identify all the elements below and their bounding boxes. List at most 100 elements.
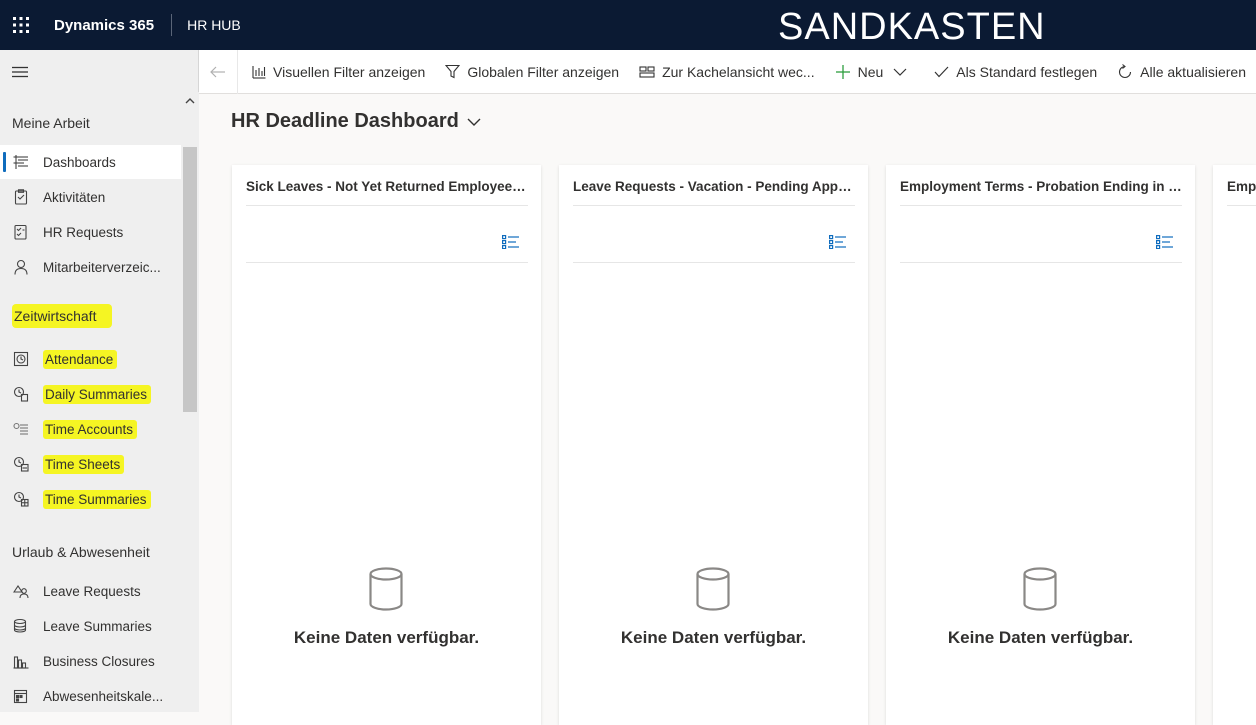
divider [246,205,528,206]
divider [573,205,855,206]
divider [573,262,855,263]
view-records-icon[interactable] [1156,235,1174,254]
command-bar: Visuellen Filter anzeigen Globalen Filte… [199,49,1256,94]
set-as-default-button[interactable]: Als Standard festlegen [924,50,1107,94]
dashboard-selector[interactable]: HR Deadline Dashboard [231,110,481,133]
time-list-icon [11,419,31,439]
dashboard-card: Leave Requests - Vacation - Pending Appr… [559,165,868,725]
person-icon [11,257,31,277]
command-label: Neu [857,63,884,80]
command-label: Visuellen Filter anzeigen [273,63,426,80]
dashboard-card: Empl [1213,165,1256,725]
divider [246,262,528,263]
sidebar-item-mitarbeiterverzeichnis[interactable]: Mitarbeiterverzeic... [0,250,181,284]
filter-icon [445,64,461,79]
tiles-icon [639,65,655,78]
sitemap-sidebar: Meine Arbeit Dashboards Aktivitäten HR R… [0,50,199,712]
new-button[interactable]: Neu [825,50,888,94]
sidebar-item-label: Mitarbeiterverzeic... [43,259,161,275]
sidebar-item-label: Attendance [43,349,118,369]
product-name[interactable]: Dynamics 365 [54,17,154,34]
clock-sheet-icon [11,454,31,474]
new-dropdown-button[interactable] [887,50,924,94]
chevron-down-icon [467,118,481,126]
divider [171,14,173,36]
building-chart-icon [11,651,31,671]
sidebar-item-label: Time Accounts [43,419,138,439]
dashboard-card: Employment Terms - Probation Ending in 3… [886,165,1195,725]
database-icon [1022,567,1058,616]
sidebar-item-attendance[interactable]: Attendance [0,342,181,376]
clock-icon [11,349,31,369]
sidebar-item-time-accounts[interactable]: Time Accounts [0,412,181,446]
back-button[interactable] [199,49,239,94]
show-global-filter-button[interactable]: Globalen Filter anzeigen [435,50,629,94]
scroll-up-icon[interactable] [185,95,195,107]
sidebar-item-daily-summaries[interactable]: Daily Summaries [0,377,181,411]
arrow-left-icon [210,66,226,77]
group-zeitwirtschaft: Zeitwirtschaft [12,304,113,328]
view-records-icon[interactable] [502,235,520,254]
divider [900,262,1182,263]
calendar-icon [11,686,31,706]
coins-icon [11,616,31,636]
database-icon [695,567,731,616]
chevron-down-icon [893,68,907,76]
card-title[interactable]: Employment Terms - Probation Ending in 3… [900,179,1182,194]
sidebar-item-label: Abwesenheitskale... [43,688,164,704]
sidebar-item-hr-requests[interactable]: HR Requests [0,215,181,249]
no-data-message: Keine Daten verfügbar. [293,628,480,647]
sidebar-item-leave-summaries[interactable]: Leave Summaries [0,609,181,643]
sidebar-item-leave-requests[interactable]: Leave Requests [0,574,181,608]
dashboard-icon [11,152,31,172]
command-label: Globalen Filter anzeigen [467,63,620,80]
sidebar-item-label: Dashboards [43,154,116,170]
top-bar: Dynamics 365 HR HUB SANDKASTEN [0,0,1256,50]
plus-icon [835,64,850,79]
hamburger-menu-icon[interactable] [12,65,28,83]
sidebar-item-business-closures[interactable]: Business Closures [0,644,181,678]
sidebar-item-dashboards[interactable]: Dashboards [0,145,181,179]
no-data-message: Keine Daten verfügbar. [620,628,807,647]
environment-banner: SANDKASTEN [778,6,1046,48]
card-title[interactable]: Empl [1227,179,1256,194]
sidebar-item-label: Daily Summaries [43,384,152,404]
switch-to-tile-view-button[interactable]: Zur Kachelansicht wec... [629,50,825,94]
sidebar-item-label: HR Requests [43,224,124,240]
sidebar-item-label: Time Summaries [43,489,151,509]
show-visual-filter-button[interactable]: Visuellen Filter anzeigen [238,50,435,94]
leave-request-icon [11,581,31,601]
refresh-all-button[interactable]: Alle aktualisieren [1107,50,1256,94]
checkmark-icon [934,66,949,77]
sidebar-item-label: Aktivitäten [43,189,106,205]
app-name[interactable]: HR HUB [187,17,241,33]
sidebar-item-aktivitaeten[interactable]: Aktivitäten [0,180,181,214]
sidebar-item-label: Leave Summaries [43,618,152,634]
divider [900,205,1182,206]
clock-doc-icon [11,384,31,404]
highlight-marker: Zeitwirtschaft [12,304,113,328]
sidebar-item-time-summaries[interactable]: Time Summaries [0,482,181,516]
app-launcher-icon[interactable] [0,0,42,50]
view-records-icon[interactable] [829,235,847,254]
page-title: HR Deadline Dashboard [231,110,459,132]
sidebar-item-time-sheets[interactable]: Time Sheets [0,447,181,481]
bar-chart-icon [252,65,266,79]
command-label: Als Standard festlegen [956,63,1098,80]
card-title[interactable]: Sick Leaves - Not Yet Returned Employee … [246,179,528,194]
no-data-message: Keine Daten verfügbar. [947,628,1134,647]
sidebar-item-label: Business Closures [43,653,155,669]
divider [1227,205,1256,206]
sidebar-item-label: Time Sheets [43,454,125,474]
sidebar-scrollbar-thumb[interactable] [183,147,197,412]
clock-grid-icon [11,489,31,509]
group-meine-arbeit: Meine Arbeit [12,115,90,131]
clipboard-icon [11,187,31,207]
command-label: Alle aktualisieren [1140,63,1246,80]
group-urlaub-abwesenheit: Urlaub & Abwesenheit [12,544,150,560]
sidebar-item-abwesenheitskalender[interactable]: Abwesenheitskale... [0,679,181,713]
command-label: Zur Kachelansicht wec... [662,63,815,80]
card-title[interactable]: Leave Requests - Vacation - Pending Appr… [573,179,855,194]
sidebar-item-label: Leave Requests [43,583,141,599]
database-icon [368,567,404,616]
